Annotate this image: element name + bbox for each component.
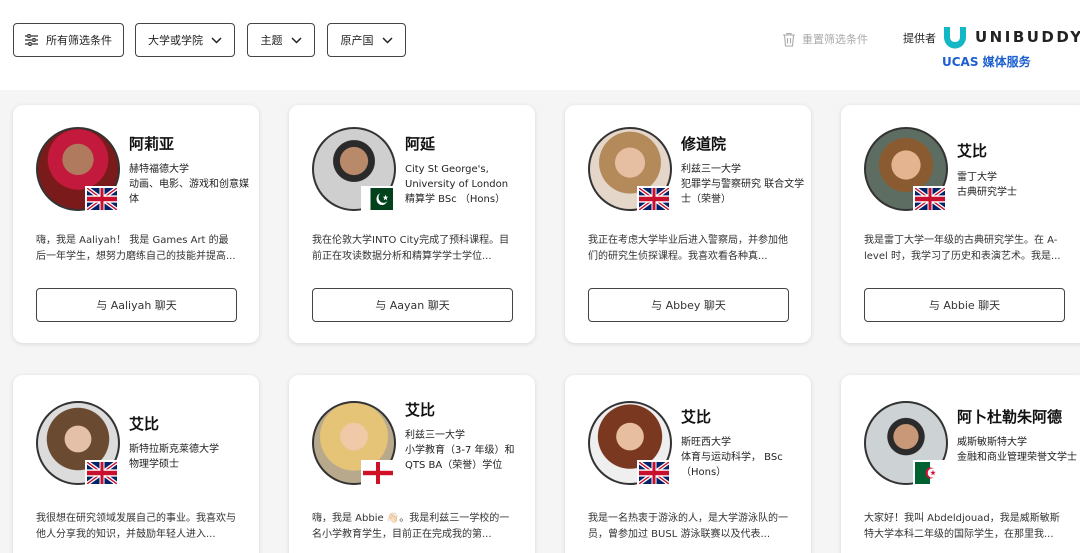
ambassador-university: 雷丁大学 [957,172,997,183]
all-filters-label: 所有筛选条件 [46,34,112,47]
ambassador-university: 威斯敏斯特大学 [957,437,1027,448]
unibuddy-logo-icon [944,27,966,49]
chat-button[interactable]: 与 Aaliyah 聊天 [36,288,237,322]
ambassador-course: 犯罪学与警察研究 联合文学士（荣誉） [681,179,805,205]
chat-button[interactable]: 与 Abbie 聊天 [864,288,1065,322]
ambassador-course: 小学教育（3-7 年级）和 QTS BA（荣誉）学位 [405,445,515,471]
ambassador-name: 艾比 [405,401,436,419]
university-filter-dropdown[interactable]: 大学或学院 [135,23,235,57]
ambassador-card[interactable]: 修道院 利兹三一大学 犯罪学与警察研究 联合文学士（荣誉） 我正在考虑大学毕业后… [565,105,811,343]
ambassador-name: 阿卜杜勒朱阿德 [957,408,1063,426]
avatar [864,401,950,487]
uk-flag-icon [637,186,671,212]
england-flag-icon [361,460,395,486]
ambassador-course: 精算学 BSc （Hons） [405,194,506,205]
ambassador-university: 利兹三一大学 [405,430,465,441]
chevron-down-icon [381,36,393,44]
pakistan-flag-icon [361,186,395,212]
ambassador-course: 体育与运动科学， BSc （Hons） [681,452,783,478]
avatar [36,401,122,487]
ambassador-name: 阿莉亚 [129,135,175,153]
chat-button[interactable]: 与 Aayan 聊天 [312,288,513,322]
avatar [588,127,674,213]
ambassador-university: City St George's, University of London [405,164,509,190]
ambassador-card[interactable]: 阿延 City St George's, University of Londo… [289,105,535,343]
provided-by-label: 提供者 [903,32,936,45]
avatar [864,127,950,213]
chat-button[interactable]: 与 Abbey 聊天 [588,288,789,322]
ambassador-card[interactable]: 艾比 斯特拉斯克莱德大学 物理学硕士 我很想在研究领域发展自己的事业。我喜欢与他… [13,375,259,553]
ambassador-course: 古典研究学士 [957,187,1017,198]
filter-bar: 所有筛选条件 大学或学院 主题 原产国 重置筛选条件 提供者 UNIBUDDY … [0,0,1080,90]
ambassador-name: 艾比 [957,142,988,160]
reset-filters-label: 重置筛选条件 [802,33,868,46]
avatar [312,127,398,213]
algeria-flag-icon [913,460,947,486]
avatar [36,127,122,213]
ambassador-card[interactable]: 阿卜杜勒朱阿德 威斯敏斯特大学 金融和商业管理荣誉文学士 大家好！我叫 Abde… [841,375,1080,553]
ambassador-bio: 我在伦敦大学INTO City完成了预科课程。目前正在攻读数据分析和精算学学士学… [312,235,510,262]
uk-flag-icon [913,186,947,212]
ambassador-university: 斯特拉斯克莱德大学 [129,444,219,455]
uk-flag-icon [85,460,119,486]
ambassador-bio: 我是雷丁大学一年级的古典研究学生。在 A-level 时，我学习了历史和表演艺术… [864,235,1061,262]
ambassador-university: 斯旺西大学 [681,437,731,448]
uk-flag-icon [637,460,671,486]
ambassador-card[interactable]: 艾比 利兹三一大学 小学教育（3-7 年级）和 QTS BA（荣誉）学位 嗨，我… [289,375,535,553]
ambassador-bio: 大家好！我叫 Abdeldjouad，我是威斯敏斯特大学本科二年级的国际学生，在… [864,513,1060,540]
ambassador-bio: 我是一名热衷于游泳的人，是大学游泳队的一员，曾参加过 BUSL 游泳联赛以及代表… [588,513,788,540]
ucas-media-tagline: UCAS 媒体服务 [942,55,1031,69]
chevron-down-icon [211,36,222,44]
country-filter-label: 原产国 [340,34,374,47]
ambassador-bio: 我正在考虑大学毕业后进入警察局，并参加他们的研究生侦探课程。我喜欢看各种真... [588,235,788,262]
ambassador-name: 艾比 [129,415,160,433]
unibuddy-wordmark: UNIBUDDY [975,28,1080,46]
ambassador-name: 阿延 [405,135,436,153]
all-filters-button[interactable]: 所有筛选条件 [13,23,124,57]
provider-brand: 提供者 UNIBUDDY UCAS 媒体服务 [903,22,1080,72]
ambassador-university: 赫特福德大学 [129,164,189,175]
ambassador-card[interactable]: 阿莉亚 赫特福德大学 动画、电影、游戏和创意媒体 嗨，我是 Aaliyah！ 我… [13,105,259,343]
avatar [312,401,398,487]
ambassador-bio: 嗨，我是 Aaliyah！ 我是 Games Art 的最后一年学生，想努力磨练… [36,235,236,262]
ambassador-university: 利兹三一大学 [681,164,741,175]
ambassador-card[interactable]: 艾比 斯旺西大学 体育与运动科学， BSc （Hons） 我是一名热衷于游泳的人… [565,375,811,553]
ambassador-course: 动画、电影、游戏和创意媒体 [129,179,249,205]
university-filter-label: 大学或学院 [148,34,203,47]
chevron-down-icon [290,36,302,44]
ambassador-name: 修道院 [681,135,727,153]
ambassador-card[interactable]: 艾比 雷丁大学 古典研究学士 我是雷丁大学一年级的古典研究学生。在 A-leve… [841,105,1080,343]
ambassador-course: 金融和商业管理荣誉文学士 [957,452,1077,463]
trash-icon [783,32,795,47]
sliders-icon [25,34,38,46]
ambassador-bio: 我很想在研究领域发展自己的事业。我喜欢与他人分享我的知识，并鼓励年轻人进入... [36,513,236,540]
uk-flag-icon [85,186,119,212]
ambassador-bio: 嗨，我是 Abbie 👋🏻。我是利兹三一学校的一名小学教育学生，目前正在完成我的… [312,513,510,540]
ambassador-course: 物理学硕士 [129,459,179,470]
ambassador-name: 艾比 [681,408,712,426]
subject-filter-label: 主题 [260,34,283,47]
subject-filter-dropdown[interactable]: 主题 [247,23,315,57]
avatar [588,401,674,487]
country-filter-dropdown[interactable]: 原产国 [327,23,406,57]
reset-filters-button[interactable]: 重置筛选条件 [782,31,868,47]
